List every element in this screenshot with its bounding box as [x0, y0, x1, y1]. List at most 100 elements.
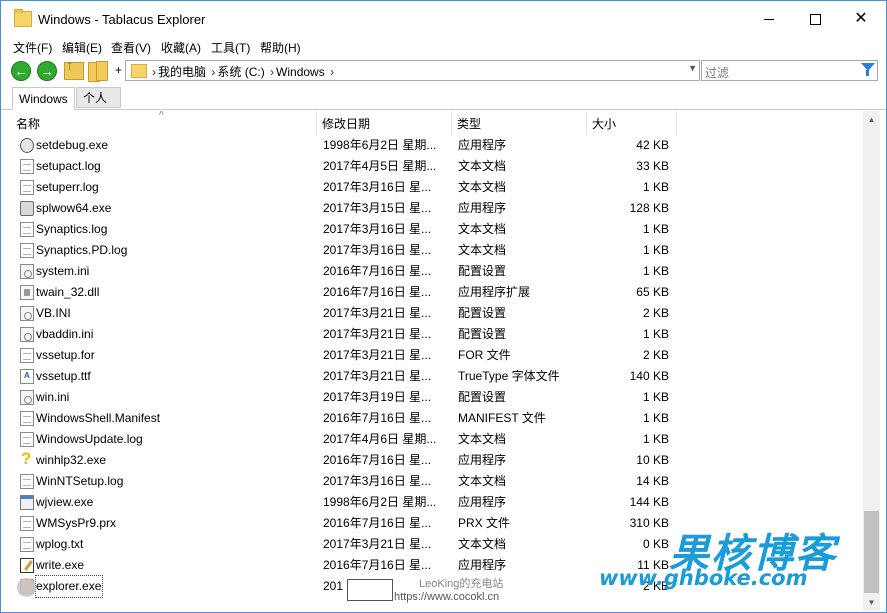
title-bar[interactable]: Windows - Tablacus Explorer ✕ — [1, 1, 886, 37]
file-row[interactable]: system.ini 2016年7月16日 星... 配置设置 1 KB — [11, 261, 677, 282]
file-row[interactable]: WindowsUpdate.log 2017年4月6日 星期... 文本文档 1 KB — [11, 429, 677, 450]
help-file-icon — [20, 449, 34, 469]
explorer-window: Windows - Tablacus Explorer ✕ 文件(F) 编辑(E… — [0, 0, 887, 613]
file-row[interactable]: explorer.exe 201 2 KB — [11, 575, 677, 598]
file-size: 1 KB — [642, 180, 669, 194]
scroll-thumb[interactable] — [864, 511, 879, 593]
close-icon: ✕ — [854, 10, 868, 27]
write-file-icon — [20, 558, 34, 573]
file-type: 文本文档 — [458, 159, 507, 173]
file-date: 2016年7月16日 星... — [323, 516, 432, 530]
forward-arrow-icon: → — [37, 61, 57, 81]
column-date-header[interactable]: 修改日期 — [317, 111, 452, 135]
up-folder-button[interactable] — [63, 57, 85, 82]
tab-windows[interactable]: Windows — [12, 87, 75, 110]
file-date: 2017年3月21日 星... — [323, 537, 432, 551]
breadcrumb-windows[interactable]: Windows — [276, 65, 325, 79]
breadcrumb-separator: › — [152, 65, 156, 79]
file-name: WinNTSetup.log — [36, 474, 124, 488]
menu-tools[interactable]: 工具(T) — [211, 39, 250, 56]
file-date: 1998年6月2日 星期... — [323, 495, 437, 509]
doc-file-icon — [20, 180, 34, 195]
file-row[interactable]: wjview.exe 1998年6月2日 星期... 应用程序 144 KB — [11, 492, 677, 513]
file-row[interactable]: setuperr.log 2017年3月16日 星... 文本文档 1 KB — [11, 177, 677, 198]
file-row[interactable]: winhlp32.exe 2016年7月16日 星... 应用程序 10 KB — [11, 449, 677, 471]
new-tab-plus[interactable]: + — [115, 63, 122, 77]
column-size-header[interactable]: 大小 — [587, 111, 677, 135]
ini-file-icon — [20, 306, 34, 321]
gear-file-icon — [20, 138, 34, 153]
forward-button[interactable]: → — [36, 60, 58, 82]
file-size: 1 KB — [642, 243, 669, 257]
funnel-icon[interactable] — [861, 63, 875, 76]
column-name-header[interactable]: 名称 ^ — [11, 111, 317, 135]
file-date: 2017年4月6日 星期... — [323, 432, 437, 446]
folders-button[interactable] — [87, 60, 109, 82]
file-size: 310 KB — [629, 516, 669, 530]
file-row[interactable]: setdebug.exe 1998年6月2日 星期... 应用程序 42 KB — [11, 135, 677, 156]
watermark-box — [347, 579, 393, 601]
file-row[interactable]: WindowsShell.Manifest 2016年7月16日 星... MANI… — [11, 408, 677, 429]
file-name: wjview.exe — [36, 495, 94, 509]
watermark-avatar — [17, 578, 36, 597]
file-row[interactable]: vssetup.ttf 2017年3月21日 星... TrueType 字体文件 1… — [11, 366, 677, 387]
file-name: WindowsUpdate.log — [36, 432, 143, 446]
menu-edit[interactable]: 编辑(E) — [62, 39, 102, 56]
file-size: 65 KB — [636, 285, 669, 299]
minimize-button[interactable] — [746, 1, 792, 37]
file-type: MANIFEST 文件 — [458, 411, 546, 425]
file-row[interactable]: WMSysPr9.prx 2016年7月16日 星... PRX 文件 310 KB — [11, 513, 677, 534]
file-date: 2017年3月21日 星... — [323, 369, 432, 383]
file-row[interactable]: vssetup.for 2017年3月21日 星... FOR 文件 2 KB — [11, 345, 677, 366]
file-row[interactable]: vbaddin.ini 2017年3月21日 星... 配置设置 1 KB — [11, 324, 677, 345]
file-date: 2017年3月21日 星... — [323, 327, 432, 341]
menu-help[interactable]: 帮助(H) — [260, 39, 301, 56]
file-type: 配置设置 — [458, 264, 507, 278]
file-type: 配置设置 — [458, 306, 507, 320]
file-size: 33 KB — [636, 159, 669, 173]
file-row[interactable]: twain_32.dll 2016年7月16日 星... 应用程序扩展 65 KB — [11, 282, 677, 303]
file-row[interactable]: VB.INI 2017年3月21日 星... 配置设置 2 KB — [11, 303, 677, 324]
folder-icon — [131, 64, 147, 78]
file-size: 1 KB — [642, 411, 669, 425]
maximize-button[interactable] — [792, 1, 838, 37]
tab-personal[interactable]: 个人 — [76, 87, 121, 108]
file-date: 2017年3月21日 星... — [323, 348, 432, 362]
file-name: write.exe — [36, 558, 85, 572]
file-row[interactable]: Synaptics.PD.log 2017年3月16日 星... 文本文档 1 KB — [11, 240, 677, 261]
breadcrumb-separator: › — [270, 65, 275, 79]
file-name: splwow64.exe — [36, 201, 112, 215]
file-name: win.ini — [36, 390, 70, 404]
file-row[interactable]: write.exe 2016年7月16日 星... 应用程序 11 KB — [11, 555, 677, 576]
breadcrumb-my-computer[interactable]: 我的电脑 — [158, 65, 206, 79]
back-button[interactable]: ← — [10, 60, 32, 82]
file-name: setupact.log — [36, 159, 101, 173]
file-type: TrueType 字体文件 — [458, 369, 560, 383]
scroll-up-icon[interactable]: ▲ — [863, 111, 880, 128]
window-title: Windows - Tablacus Explorer — [38, 12, 206, 27]
tab-bar: Windows 个人 — [1, 85, 886, 110]
chevron-down-icon[interactable]: ▼ — [688, 63, 697, 73]
vertical-scrollbar[interactable]: ▲ ▼ — [863, 111, 880, 611]
menu-view[interactable]: 查看(V) — [111, 39, 151, 56]
file-row[interactable]: Synaptics.log 2017年3月16日 星... 文本文档 1 KB — [11, 219, 677, 240]
file-row[interactable]: setupact.log 2017年4月5日 星期... 文本文档 33 KB — [11, 156, 677, 177]
breadcrumb-drive-c[interactable]: 系统 (C:) — [217, 65, 264, 79]
up-folder-icon — [64, 57, 84, 80]
scroll-down-icon[interactable]: ▼ — [863, 594, 880, 611]
address-bar[interactable]: › 我的电脑 › 系统 (C:) › Windows › ▼ — [125, 60, 700, 81]
doc-file-icon — [20, 411, 34, 426]
file-row[interactable]: wplog.txt 2017年3月21日 星... 文本文档 0 KB — [11, 534, 677, 555]
file-row[interactable]: WinNTSetup.log 2017年3月16日 星... 文本文档 14 KB — [11, 471, 677, 492]
file-name: VB.INI — [36, 306, 71, 320]
file-date: 2017年3月16日 星... — [323, 243, 432, 257]
watermark-text-2: https://www.cocokl.cn — [394, 591, 500, 603]
menu-file[interactable]: 文件(F) — [13, 39, 52, 56]
file-row[interactable]: win.ini 2017年3月19日 星... 配置设置 1 KB — [11, 387, 677, 408]
file-row[interactable]: splwow64.exe 2017年3月15日 星... 应用程序 128 KB — [11, 198, 677, 219]
filter-input[interactable]: 过滤 — [701, 60, 878, 81]
close-button[interactable]: ✕ — [838, 1, 884, 37]
file-size: 1 KB — [642, 432, 669, 446]
column-type-header[interactable]: 类型 — [452, 111, 587, 135]
menu-favorites[interactable]: 收藏(A) — [161, 39, 201, 56]
